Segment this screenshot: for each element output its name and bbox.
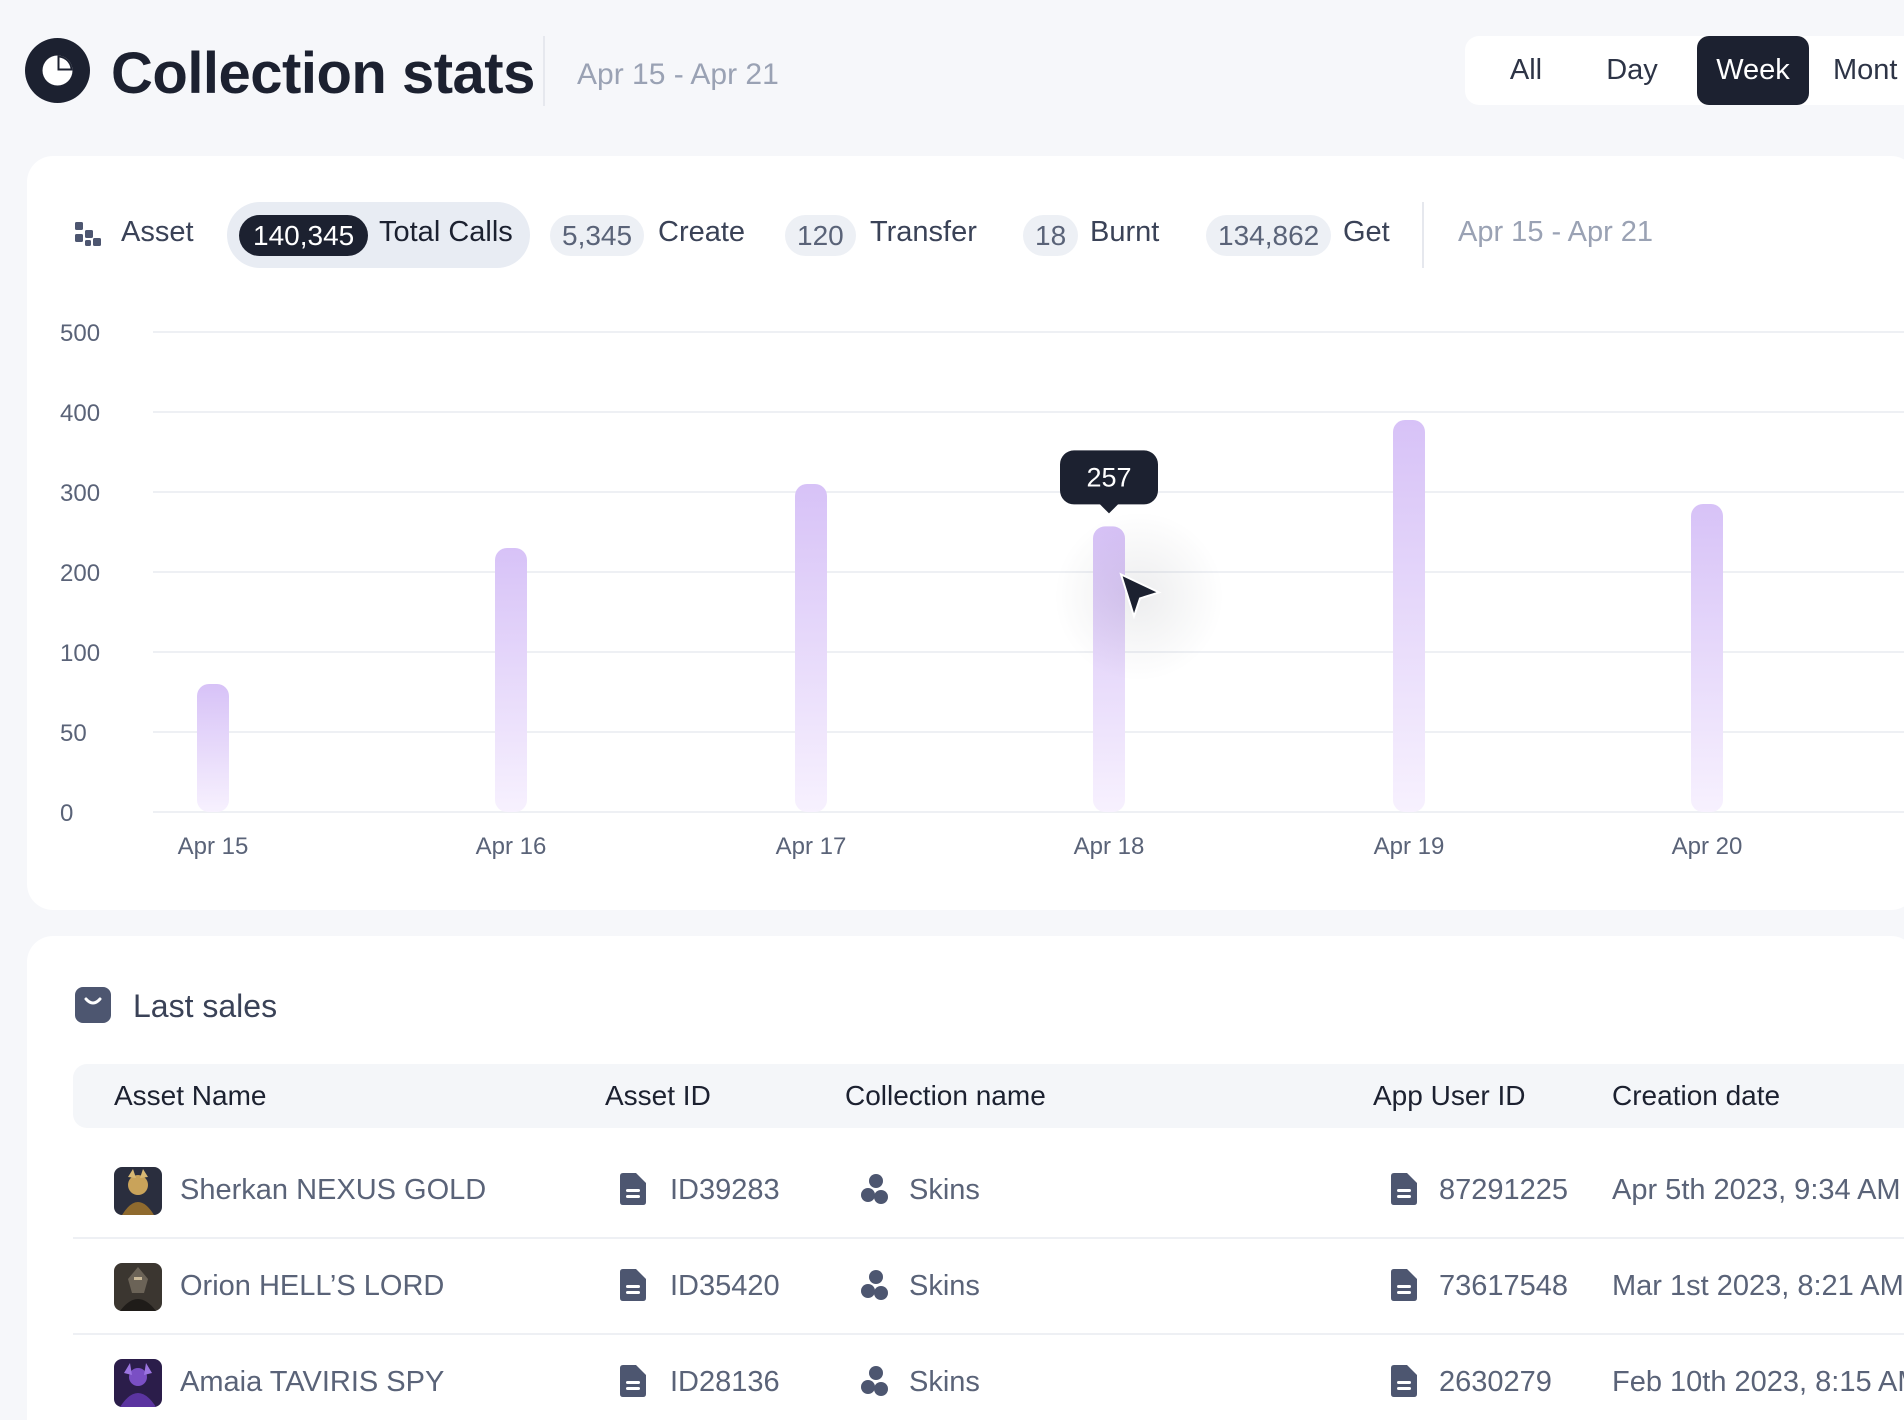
period-selector: All Day Week Mont	[1465, 36, 1904, 105]
period-all-button[interactable]: All	[1491, 36, 1561, 105]
asset-avatar	[114, 1167, 162, 1215]
collection-icon	[861, 1270, 888, 1300]
asset-id: ID39283	[670, 1174, 780, 1206]
collection-name: Skins	[909, 1366, 980, 1398]
period-month-button[interactable]: Mont	[1833, 36, 1904, 105]
period-day-button[interactable]: Day	[1583, 36, 1681, 105]
collection-name: Skins	[909, 1270, 980, 1302]
column-collection-name[interactable]: Collection name	[845, 1080, 1046, 1112]
collection-stats-page: Collection stats Apr 15 - Apr 21 All Day…	[0, 0, 1904, 1420]
page-title: Collection stats	[111, 41, 535, 106]
y-tick-label: 500	[60, 320, 100, 347]
x-tick-label: Apr 18	[1074, 833, 1145, 860]
shopping-bag-icon	[75, 987, 111, 1023]
x-tick-label: Apr 17	[776, 833, 847, 860]
document-icon	[1391, 1269, 1417, 1301]
x-tick-label: Apr 19	[1374, 833, 1445, 860]
chart-bar	[197, 684, 229, 812]
asset-avatar	[114, 1359, 162, 1407]
pie-chart-icon	[25, 38, 90, 103]
app-user-id: 73617548	[1439, 1270, 1569, 1302]
column-app-user-id[interactable]: App User ID	[1373, 1080, 1526, 1112]
chart-bar	[795, 484, 827, 812]
table-row[interactable]: Orion HELL’S LORD ID35420 Skins 73617548…	[73, 1239, 1904, 1335]
creation-date: Feb 10th 2023, 8:15 AM	[1612, 1366, 1904, 1398]
x-tick-label: Apr 15	[178, 833, 249, 860]
document-icon	[620, 1365, 646, 1397]
document-icon	[1391, 1365, 1417, 1397]
app-user-id: 2630279	[1439, 1366, 1552, 1398]
asset-name: Sherkan NEXUS GOLD	[180, 1174, 487, 1206]
x-tick-label: Apr 16	[476, 833, 547, 860]
header-date-range: Apr 15 - Apr 21	[577, 58, 779, 91]
document-icon	[620, 1269, 646, 1301]
table-row[interactable]: Sherkan NEXUS GOLD ID39283 Skins 8729122…	[73, 1143, 1904, 1239]
creation-date: Apr 5th 2023, 9:34 AM	[1612, 1174, 1901, 1206]
asset-name: Orion HELL’S LORD	[180, 1270, 445, 1302]
last-sales-card: Last sales Asset Name Asset ID Collectio…	[27, 936, 1904, 1420]
creation-date: Mar 1st 2023, 8:21 AM	[1612, 1270, 1904, 1302]
collection-icon	[861, 1366, 888, 1396]
asset-name: Amaia TAVIRIS SPY	[180, 1366, 445, 1398]
collection-icon	[861, 1174, 888, 1204]
asset-id: ID35420	[670, 1270, 780, 1302]
sales-table-header: Asset Name Asset ID Collection name App …	[73, 1064, 1904, 1128]
tooltip-arrow	[1099, 503, 1119, 514]
header-divider	[543, 36, 545, 106]
calls-bar-chart: 0 50 100 200 300 400 500 Apr 15 Apr 16 Apr 17 Apr …	[60, 320, 1904, 860]
y-tick-label: 100	[60, 640, 100, 667]
y-tick-label: 400	[60, 400, 100, 427]
period-week-button[interactable]: Week	[1697, 36, 1809, 105]
table-row[interactable]: Amaia TAVIRIS SPY ID28136 Skins 2630279 …	[73, 1335, 1904, 1420]
asset-id: ID28136	[670, 1366, 780, 1398]
x-tick-label: Apr 20	[1672, 833, 1743, 860]
column-asset-id[interactable]: Asset ID	[605, 1080, 711, 1112]
document-icon	[620, 1173, 646, 1205]
collection-name: Skins	[909, 1174, 980, 1206]
y-tick-label: 0	[60, 800, 73, 827]
chart-bar	[1393, 420, 1425, 812]
last-sales-title: Last sales	[133, 988, 278, 1024]
y-tick-label: 200	[60, 560, 100, 587]
y-tick-label: 50	[60, 720, 87, 747]
stats-card: Asset 140,345 Total Calls 5,345 Create 1…	[27, 156, 1904, 910]
document-icon	[1391, 1173, 1417, 1205]
chart-bar	[495, 548, 527, 812]
column-creation-date[interactable]: Creation date	[1612, 1080, 1780, 1112]
chart-bar	[1691, 504, 1723, 812]
tooltip-value: 257	[1086, 462, 1131, 492]
app-user-id: 87291225	[1439, 1174, 1569, 1206]
y-tick-label: 300	[60, 480, 100, 507]
page-header: Collection stats Apr 15 - Apr 21 All Day…	[25, 36, 1904, 106]
asset-avatar	[114, 1263, 162, 1311]
column-asset-name[interactable]: Asset Name	[114, 1080, 267, 1112]
